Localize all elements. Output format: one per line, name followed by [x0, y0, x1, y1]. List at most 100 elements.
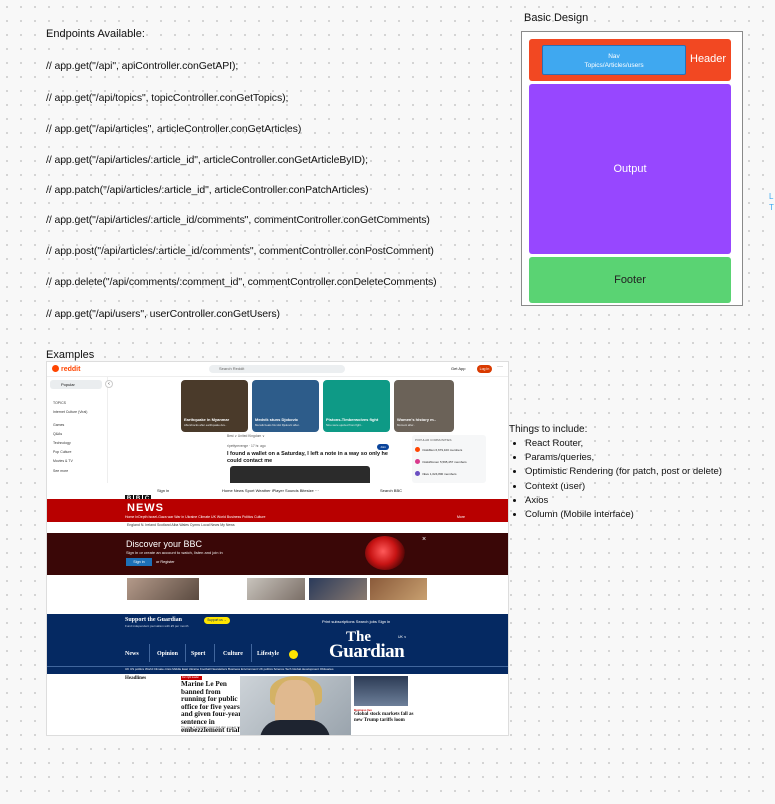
reddit-post-meta: r/pettyrevenge · 17 hr. ago [227, 444, 266, 448]
things-title: Things to include: [509, 424, 588, 435]
more-icon: ··· [497, 364, 503, 370]
list-item: Params/queries, [525, 451, 745, 465]
sidebar-item: TOPICS [53, 401, 66, 405]
bbc-search: Search BBC [380, 488, 403, 493]
guardian-lead-photo [240, 676, 351, 735]
basic-design-title: Basic Design [524, 12, 589, 24]
design-output-block[interactable]: Output [529, 84, 731, 254]
guardian-pillar: Sport [191, 651, 206, 657]
edge-text: L [769, 192, 774, 201]
guardian-header [47, 614, 508, 666]
guardian-top-links: Print subscriptions Search jobs Sign in [322, 619, 391, 624]
guardian-headlines-label: Headlines [125, 676, 147, 681]
endpoint-line: // app.patch("/api/articles/:article_id"… [46, 184, 369, 196]
bbc-section-nav: Home InDepth Israel-Gaza war War in Ukra… [125, 515, 266, 519]
endpoint-line: // app.get("/api", apiController.conGetA… [46, 60, 239, 72]
guardian-pillar: News [125, 651, 139, 657]
endpoint-line: // app.delete("/api/comments/:comment_id… [46, 276, 437, 288]
guardian-support-button: Support us → [204, 617, 230, 624]
reddit-join: Join [377, 444, 389, 450]
bbc-promo-graphic [365, 536, 405, 570]
bbc-subnav-bg [47, 522, 508, 531]
list-item: Context (user) [525, 480, 745, 494]
guardian-side-headline: Global stock markets fall as new Trump t… [354, 712, 414, 723]
reddit-card: Medvik stuns Djokovic Mensik beats his i… [252, 380, 319, 432]
sidebar-item: Internet Culture (Viral) [53, 410, 88, 414]
list-item: Axios [525, 494, 745, 508]
sidebar-item: Technology [53, 441, 71, 445]
bbc-promo-sub: Sign in or create an account to watch, l… [126, 550, 223, 555]
endpoints-title: Endpoints Available: [46, 28, 145, 40]
community-item: r/AskMen 6,679,100 members [415, 447, 462, 452]
pillar-divider [149, 644, 150, 662]
bbc-promo-title: Discover your BBC [126, 539, 203, 549]
bbc-more: More [457, 515, 465, 519]
close-icon: × [422, 536, 427, 543]
reddit-logo: reddit [52, 365, 80, 373]
reddit-filter: Best ∨ United Kingdom ∨ [227, 434, 265, 438]
bbc-thumbnail [247, 578, 305, 600]
endpoint-line: // app.post("/api/articles/:article_id/c… [46, 245, 434, 257]
reddit-get-app: Get App [451, 366, 466, 371]
reddit-screenshot: reddit Search Reddit Get App Log In ··· … [47, 362, 508, 483]
endpoint-line: // app.get("/api/topics", topicControlle… [46, 92, 289, 104]
examples-title: Examples [46, 349, 95, 361]
guardian-support-sub: Fund independent journalism with £5 per … [125, 624, 189, 628]
reddit-card: Pistons-Timberwolves fight Nine were eje… [323, 380, 390, 432]
endpoint-line: // app.get("/api/articles/:article_id", … [46, 154, 368, 166]
guardian-subnav: UK US politics World Climate crisis Midd… [125, 667, 334, 671]
reddit-card: Women's history m.. Moment after.. [394, 380, 454, 432]
things-list: React Router, Params/queries, Optimistic… [513, 437, 745, 522]
bbc-screenshot: BBC Sign in Home News Sport Weather iPla… [47, 483, 508, 600]
community-item: r/Eve 1,024,800 members [415, 471, 457, 476]
bbc-subnav: England N. Ireland Scotland Alba Wales C… [127, 523, 235, 527]
sidebar-item: Movies & TV [53, 459, 73, 463]
footer-label: Footer [614, 274, 646, 286]
reddit-communities: POPULAR COMMUNITIES r/AskMen 6,679,100 m… [412, 435, 486, 483]
bbc-promo [47, 533, 508, 575]
guardian-logo-name: Guardian [329, 641, 405, 662]
guardian-pillar: Culture [223, 651, 243, 657]
design-nav-block[interactable]: Nav Topics/Articles/users [542, 45, 686, 75]
reddit-popular: Popular [50, 380, 102, 389]
collapse-icon: ‹ [105, 380, 113, 388]
bbc-signin: Sign in [157, 488, 170, 493]
sidebar-item: Games [53, 423, 65, 427]
guardian-side-photo [354, 676, 408, 706]
examples-image[interactable]: reddit Search Reddit Get App Log In ··· … [46, 361, 509, 736]
community-item: r/AskWomen 5,595,457 members [415, 459, 467, 464]
design-footer-block[interactable]: Footer [529, 257, 731, 303]
bbc-promo-signin: Sign in [126, 558, 152, 566]
photo-coat [260, 720, 330, 735]
menu-icon [289, 650, 298, 659]
bbc-thumbnail [127, 578, 199, 600]
bbc-nav: Home News Sport Weather iPlayer Sounds B… [222, 488, 319, 493]
edge-text: T [769, 203, 774, 212]
endpoint-line: // app.get("/api/articles/:article_id/co… [46, 214, 430, 226]
pillar-divider [185, 644, 186, 662]
nav-label: Nav [608, 53, 620, 60]
community-icon [415, 447, 420, 452]
reddit-search: Search Reddit [209, 365, 345, 373]
community-icon [415, 471, 420, 476]
bbc-promo-register: or Register [156, 560, 175, 564]
bbc-news-word: NEWS [127, 502, 164, 514]
community-icon [415, 459, 420, 464]
pillar-divider [251, 644, 252, 662]
list-item: Column (Mobile interface) [525, 508, 745, 522]
endpoint-line: // app.get("/api/articles", articleContr… [46, 123, 302, 135]
list-item: Optimistic Rendering (for patch, post or… [525, 465, 745, 479]
bbc-news-bar-left [47, 499, 125, 522]
reddit-post-title: I found a wallet on a Saturday, I left a… [227, 451, 388, 464]
sidebar-item: See more [53, 469, 69, 473]
nav-sub-label: Topics/Articles/users [584, 62, 644, 69]
reddit-login: Log In [477, 365, 492, 373]
list-item: React Router, [525, 437, 745, 451]
reddit-alien-icon [52, 365, 59, 372]
guardian-edition: UK ∨ [398, 635, 407, 639]
guardian-pillar: Opinion [157, 651, 179, 657]
guardian-screenshot: Support the Guardian Fund independent jo… [47, 614, 508, 735]
header-label: Header [690, 53, 727, 65]
guardian-lead-standfirst: The wave of sanctions suspended after mo… [181, 726, 243, 732]
reddit-sidebar: Popular TOPICS Internet Culture (Viral) … [47, 377, 108, 483]
